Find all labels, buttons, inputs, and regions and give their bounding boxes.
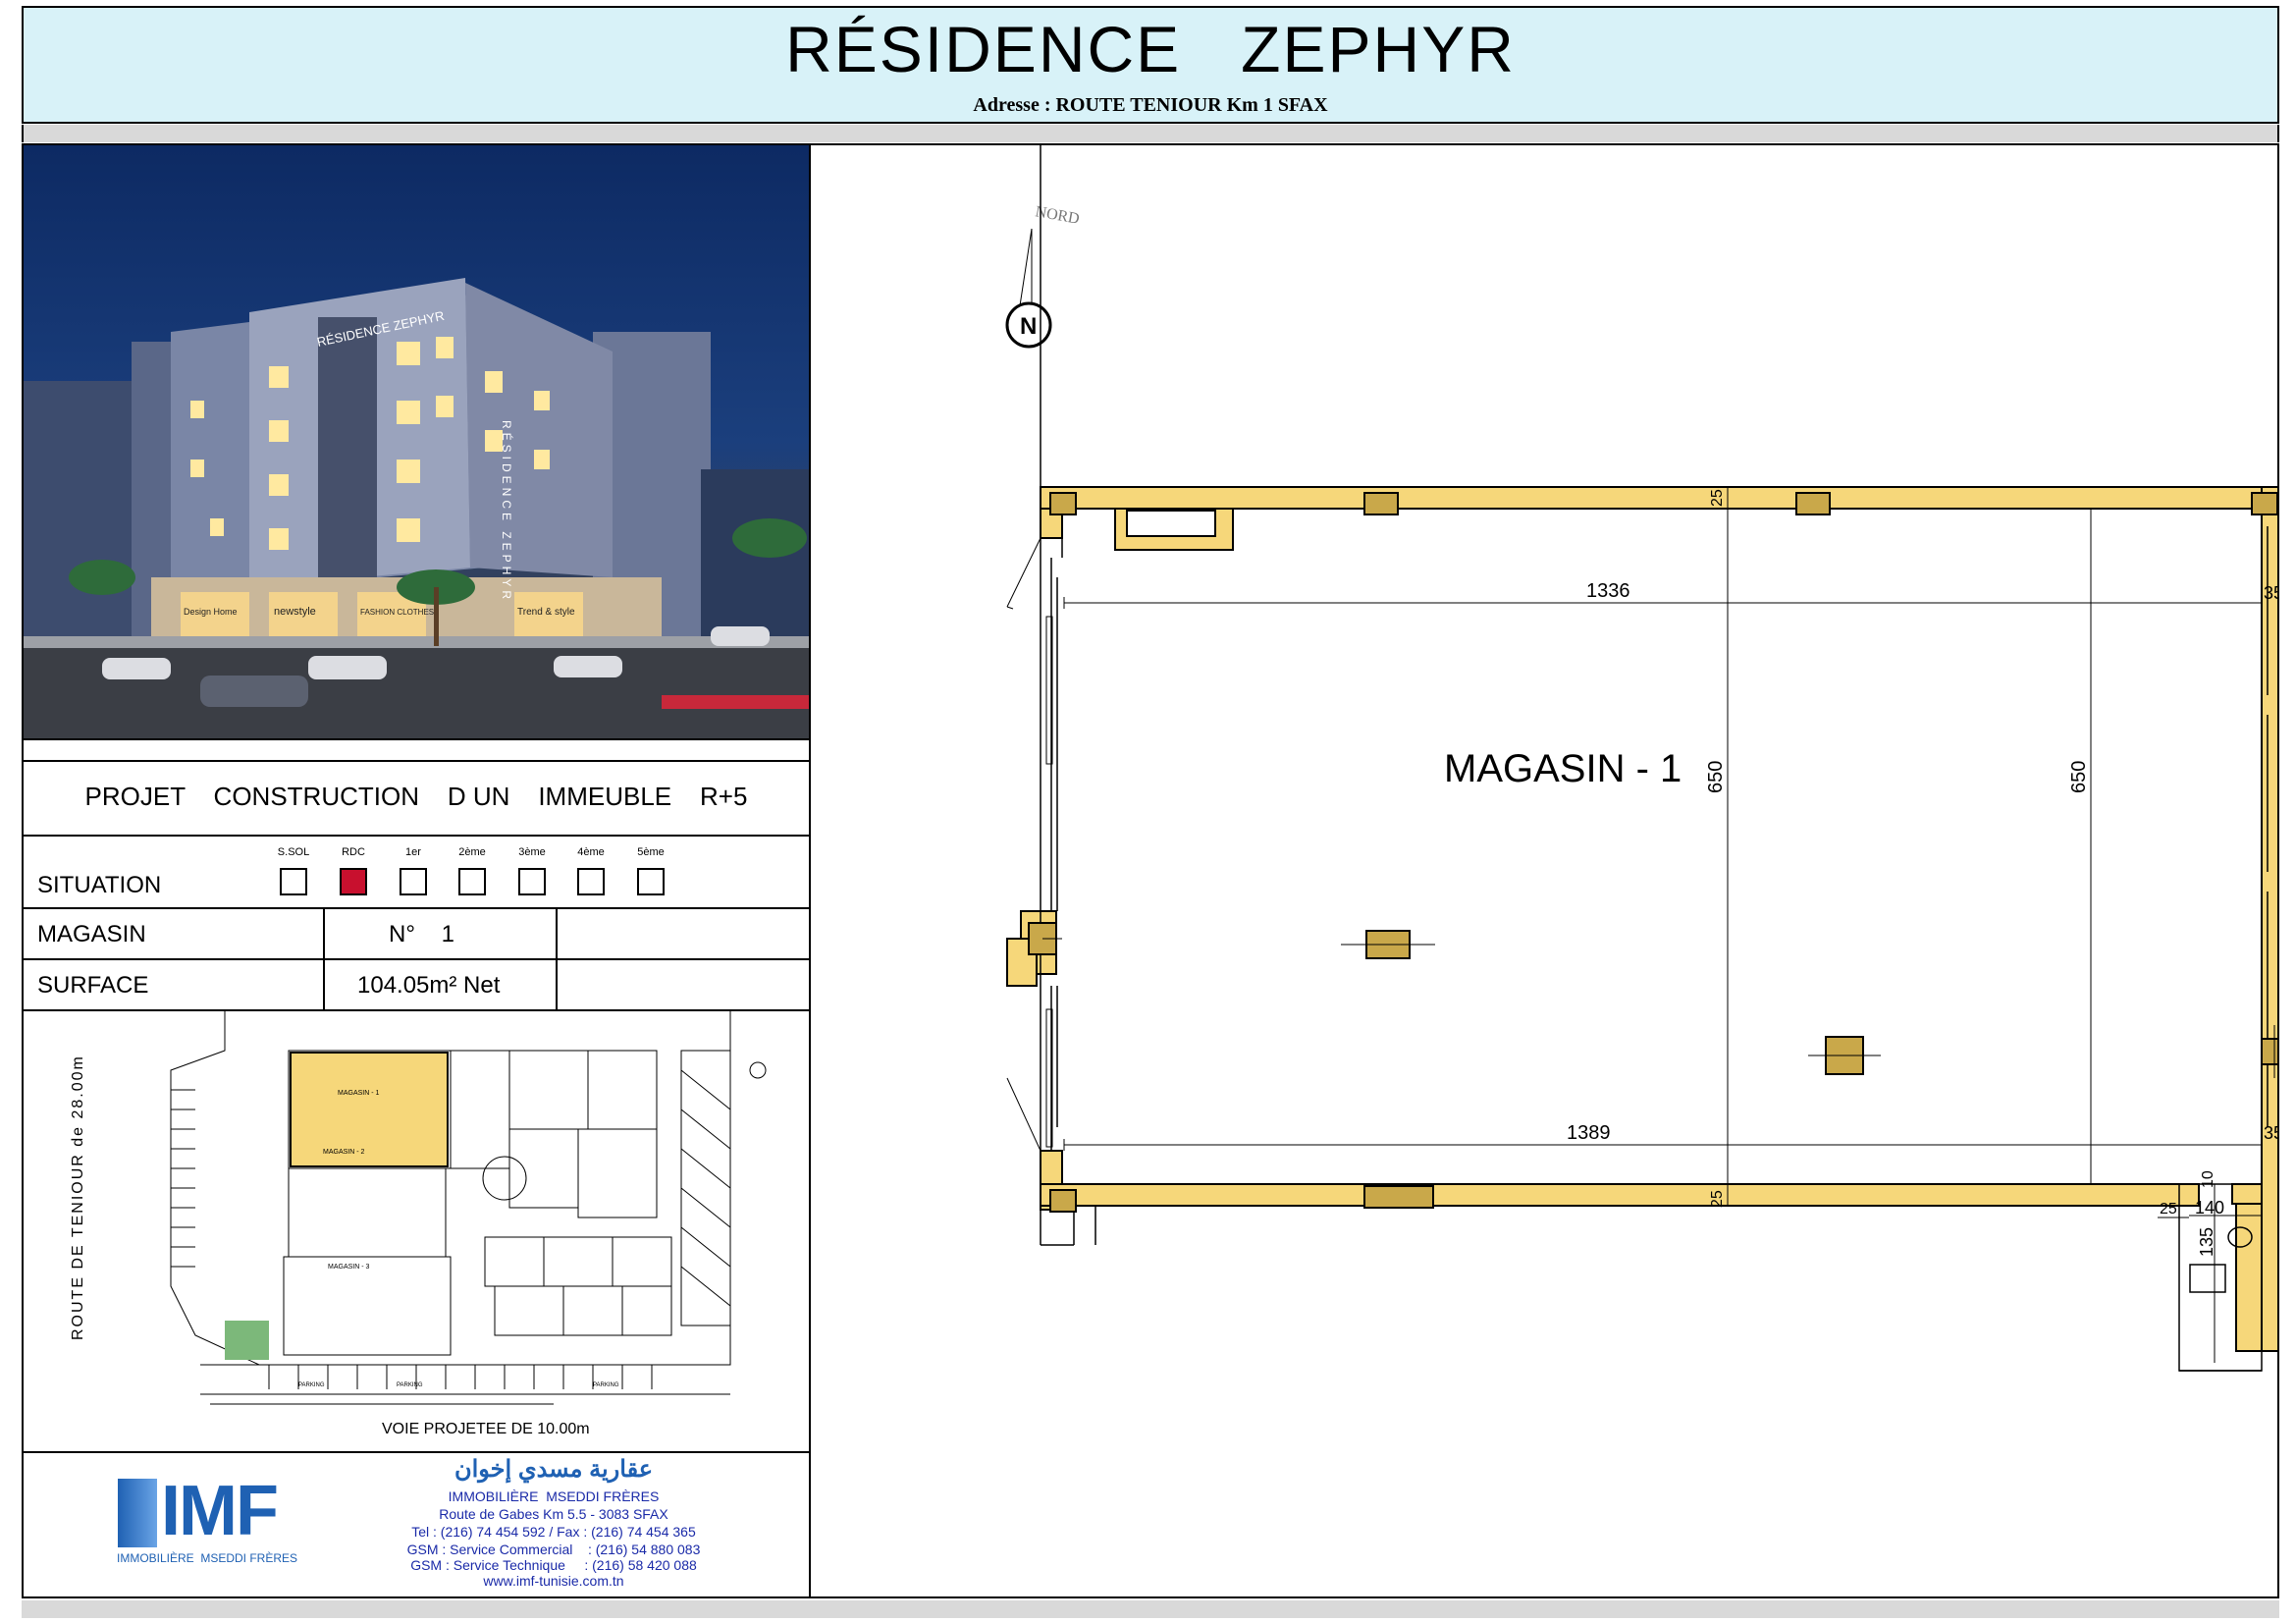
building-render-illustration: RÉSIDENCE ZEPHYR RÉSIDENCE ZEPHYR Design… xyxy=(24,278,809,738)
project-row: PROJET CONSTRUCTION D UN IMMEUBLE R+5 xyxy=(24,760,809,837)
dim-wall-bottom: 25 xyxy=(1709,1190,1726,1208)
header-banner: RÉSIDENCE ZEPHYR Adresse : ROUTE TENIOUR… xyxy=(22,6,2279,124)
dim-height-mid: 650 xyxy=(1705,761,1727,793)
walls xyxy=(1006,486,2288,1352)
level-label-ssol: S.SOL xyxy=(277,846,310,858)
site-plan-parking-1: PARKING xyxy=(298,1382,325,1388)
footer-separator xyxy=(22,1600,2279,1618)
site-plan-highlight-shop-1 xyxy=(290,1052,449,1167)
level-label-2: 2ème xyxy=(458,846,486,858)
columns xyxy=(1028,492,2288,1213)
company-address: Route de Gabes Km 5.5 - 3083 SFAX xyxy=(439,1506,668,1522)
dim-top-length: 1336 xyxy=(1586,580,1630,602)
site-plan-shop-2-label: MAGASIN - 2 xyxy=(323,1149,365,1156)
situation-label: SITUATION xyxy=(37,872,162,898)
level-checkbox-4[interactable] xyxy=(577,868,605,895)
building-vertical-sign-text: RÉSIDENCE ZEPHYR xyxy=(500,420,514,603)
surface-value: 104.05m² Net xyxy=(357,972,501,999)
company-gsm-commercial: GSM : Service Commercial : (216) 54 880 … xyxy=(406,1542,701,1557)
page-title: RÉSIDENCE ZEPHYR xyxy=(785,13,1516,85)
project-title: PROJET CONSTRUCTION D UN IMMEUBLE R+5 xyxy=(84,782,748,811)
dimension-lines xyxy=(1063,487,2263,1363)
header-separator xyxy=(22,125,2279,142)
situation-row: SITUATION S.SOL RDC 1er 2ème 3ème 4ème 5… xyxy=(24,837,809,909)
surface-label: SURFACE xyxy=(37,972,149,999)
north-letter: N xyxy=(1020,313,1037,340)
address-line: Adresse : ROUTE TENIOUR Km 1 SFAX xyxy=(973,94,1328,116)
floor-plan-drawing: N NORD MAGASIN - 1 1336 1389 650 650 25 … xyxy=(1005,145,2296,1372)
room-label: MAGASIN - 1 xyxy=(1444,747,1682,790)
dim-wall-top: 25 xyxy=(1709,489,1726,507)
site-plan-drawing: MAGASIN - 1 MAGASIN - 2 MAGASIN - 3 PARK… xyxy=(70,1011,767,1437)
level-checkbox-ssol[interactable] xyxy=(280,868,307,895)
surface-divider-2 xyxy=(556,960,558,1009)
level-label-5: 5ème xyxy=(637,846,665,858)
company-gsm-technique: GSM : Service Technique : (216) 58 420 0… xyxy=(410,1557,697,1573)
shop-sign-2: newstyle xyxy=(274,606,316,618)
magasin-row: MAGASIN N° 1 xyxy=(24,909,809,960)
level-checkbox-5[interactable] xyxy=(637,868,665,895)
company-website[interactable]: www.imf-tunisie.com.tn xyxy=(357,1573,750,1589)
left-info-panel: RÉSIDENCE ZEPHYR RÉSIDENCE ZEPHYR Design… xyxy=(22,143,811,1598)
site-plan-parking-3: PARKING xyxy=(593,1382,619,1388)
shop-sign-4: Trend & style xyxy=(517,607,575,618)
dim-wc-height: 135 xyxy=(2197,1227,2216,1257)
magasin-divider-2 xyxy=(556,909,558,958)
dim-bottom-length: 1389 xyxy=(1567,1122,1611,1144)
level-checkbox-rdc[interactable] xyxy=(340,868,367,895)
level-checkbox-1[interactable] xyxy=(400,868,427,895)
level-checkbox-2[interactable] xyxy=(458,868,486,895)
dim-wc-width: 140 xyxy=(2195,1198,2224,1217)
shop-sign-3: FASHION CLOTHES xyxy=(360,608,434,617)
surface-divider-1 xyxy=(323,960,325,1009)
company-tel-fax: Tel : (216) 74 454 592 / Fax : (216) 74 … xyxy=(411,1524,696,1540)
company-block: IMF IMMOBILIÈRE MSEDDI FRÈRES عقارية مسد… xyxy=(24,1453,809,1596)
dim-wc-small: 10 xyxy=(2200,1170,2216,1188)
site-plan-road-label: ROUTE DE TENIOUR de 28.00m xyxy=(70,1055,86,1340)
dim-wc-side: 25 xyxy=(2160,1201,2177,1217)
surface-row: SURFACE 104.05m² Net xyxy=(24,960,809,1011)
site-plan-shop-1-label: MAGASIN - 1 xyxy=(338,1090,380,1097)
site-plan-voie-label: VOIE PROJETEE DE 10.00m xyxy=(382,1421,590,1437)
imf-logo-subtitle: IMMOBILIÈRE MSEDDI FRÈRES xyxy=(117,1551,298,1565)
floor-plan-panel: N NORD MAGASIN - 1 1336 1389 650 650 25 … xyxy=(811,143,2296,1598)
dim-side-bottom: 35 xyxy=(2264,1123,2277,1143)
dim-side-top: 35 xyxy=(2264,583,2277,603)
imf-logo: IMF xyxy=(161,1472,279,1550)
dim-height-right: 650 xyxy=(2068,761,2090,793)
imf-logo-icon xyxy=(118,1479,157,1547)
company-arabic-name: عقارية مسدي إخوان xyxy=(454,1456,654,1483)
site-plan-shop-3-label: MAGASIN - 3 xyxy=(328,1264,370,1271)
level-label-4: 4ème xyxy=(577,846,605,858)
shop-sign-1: Design Home xyxy=(184,607,238,617)
company-name: IMMOBILIÈRE MSEDDI FRÈRES xyxy=(448,1488,660,1504)
north-arrow: N NORD xyxy=(1005,203,1081,349)
site-plan: MAGASIN - 1 MAGASIN - 2 MAGASIN - 3 PARK… xyxy=(24,1011,809,1453)
magasin-divider-1 xyxy=(323,909,325,958)
site-plan-parking-2: PARKING xyxy=(397,1382,423,1388)
level-label-rdc: RDC xyxy=(342,846,365,858)
level-label-1: 1er xyxy=(405,846,421,858)
level-checkbox-3[interactable] xyxy=(518,868,546,895)
level-label-3: 3ème xyxy=(518,846,546,858)
magasin-value: N° 1 xyxy=(389,921,454,947)
magasin-label: MAGASIN xyxy=(37,921,146,947)
building-render: RÉSIDENCE ZEPHYR RÉSIDENCE ZEPHYR Design… xyxy=(24,145,809,740)
